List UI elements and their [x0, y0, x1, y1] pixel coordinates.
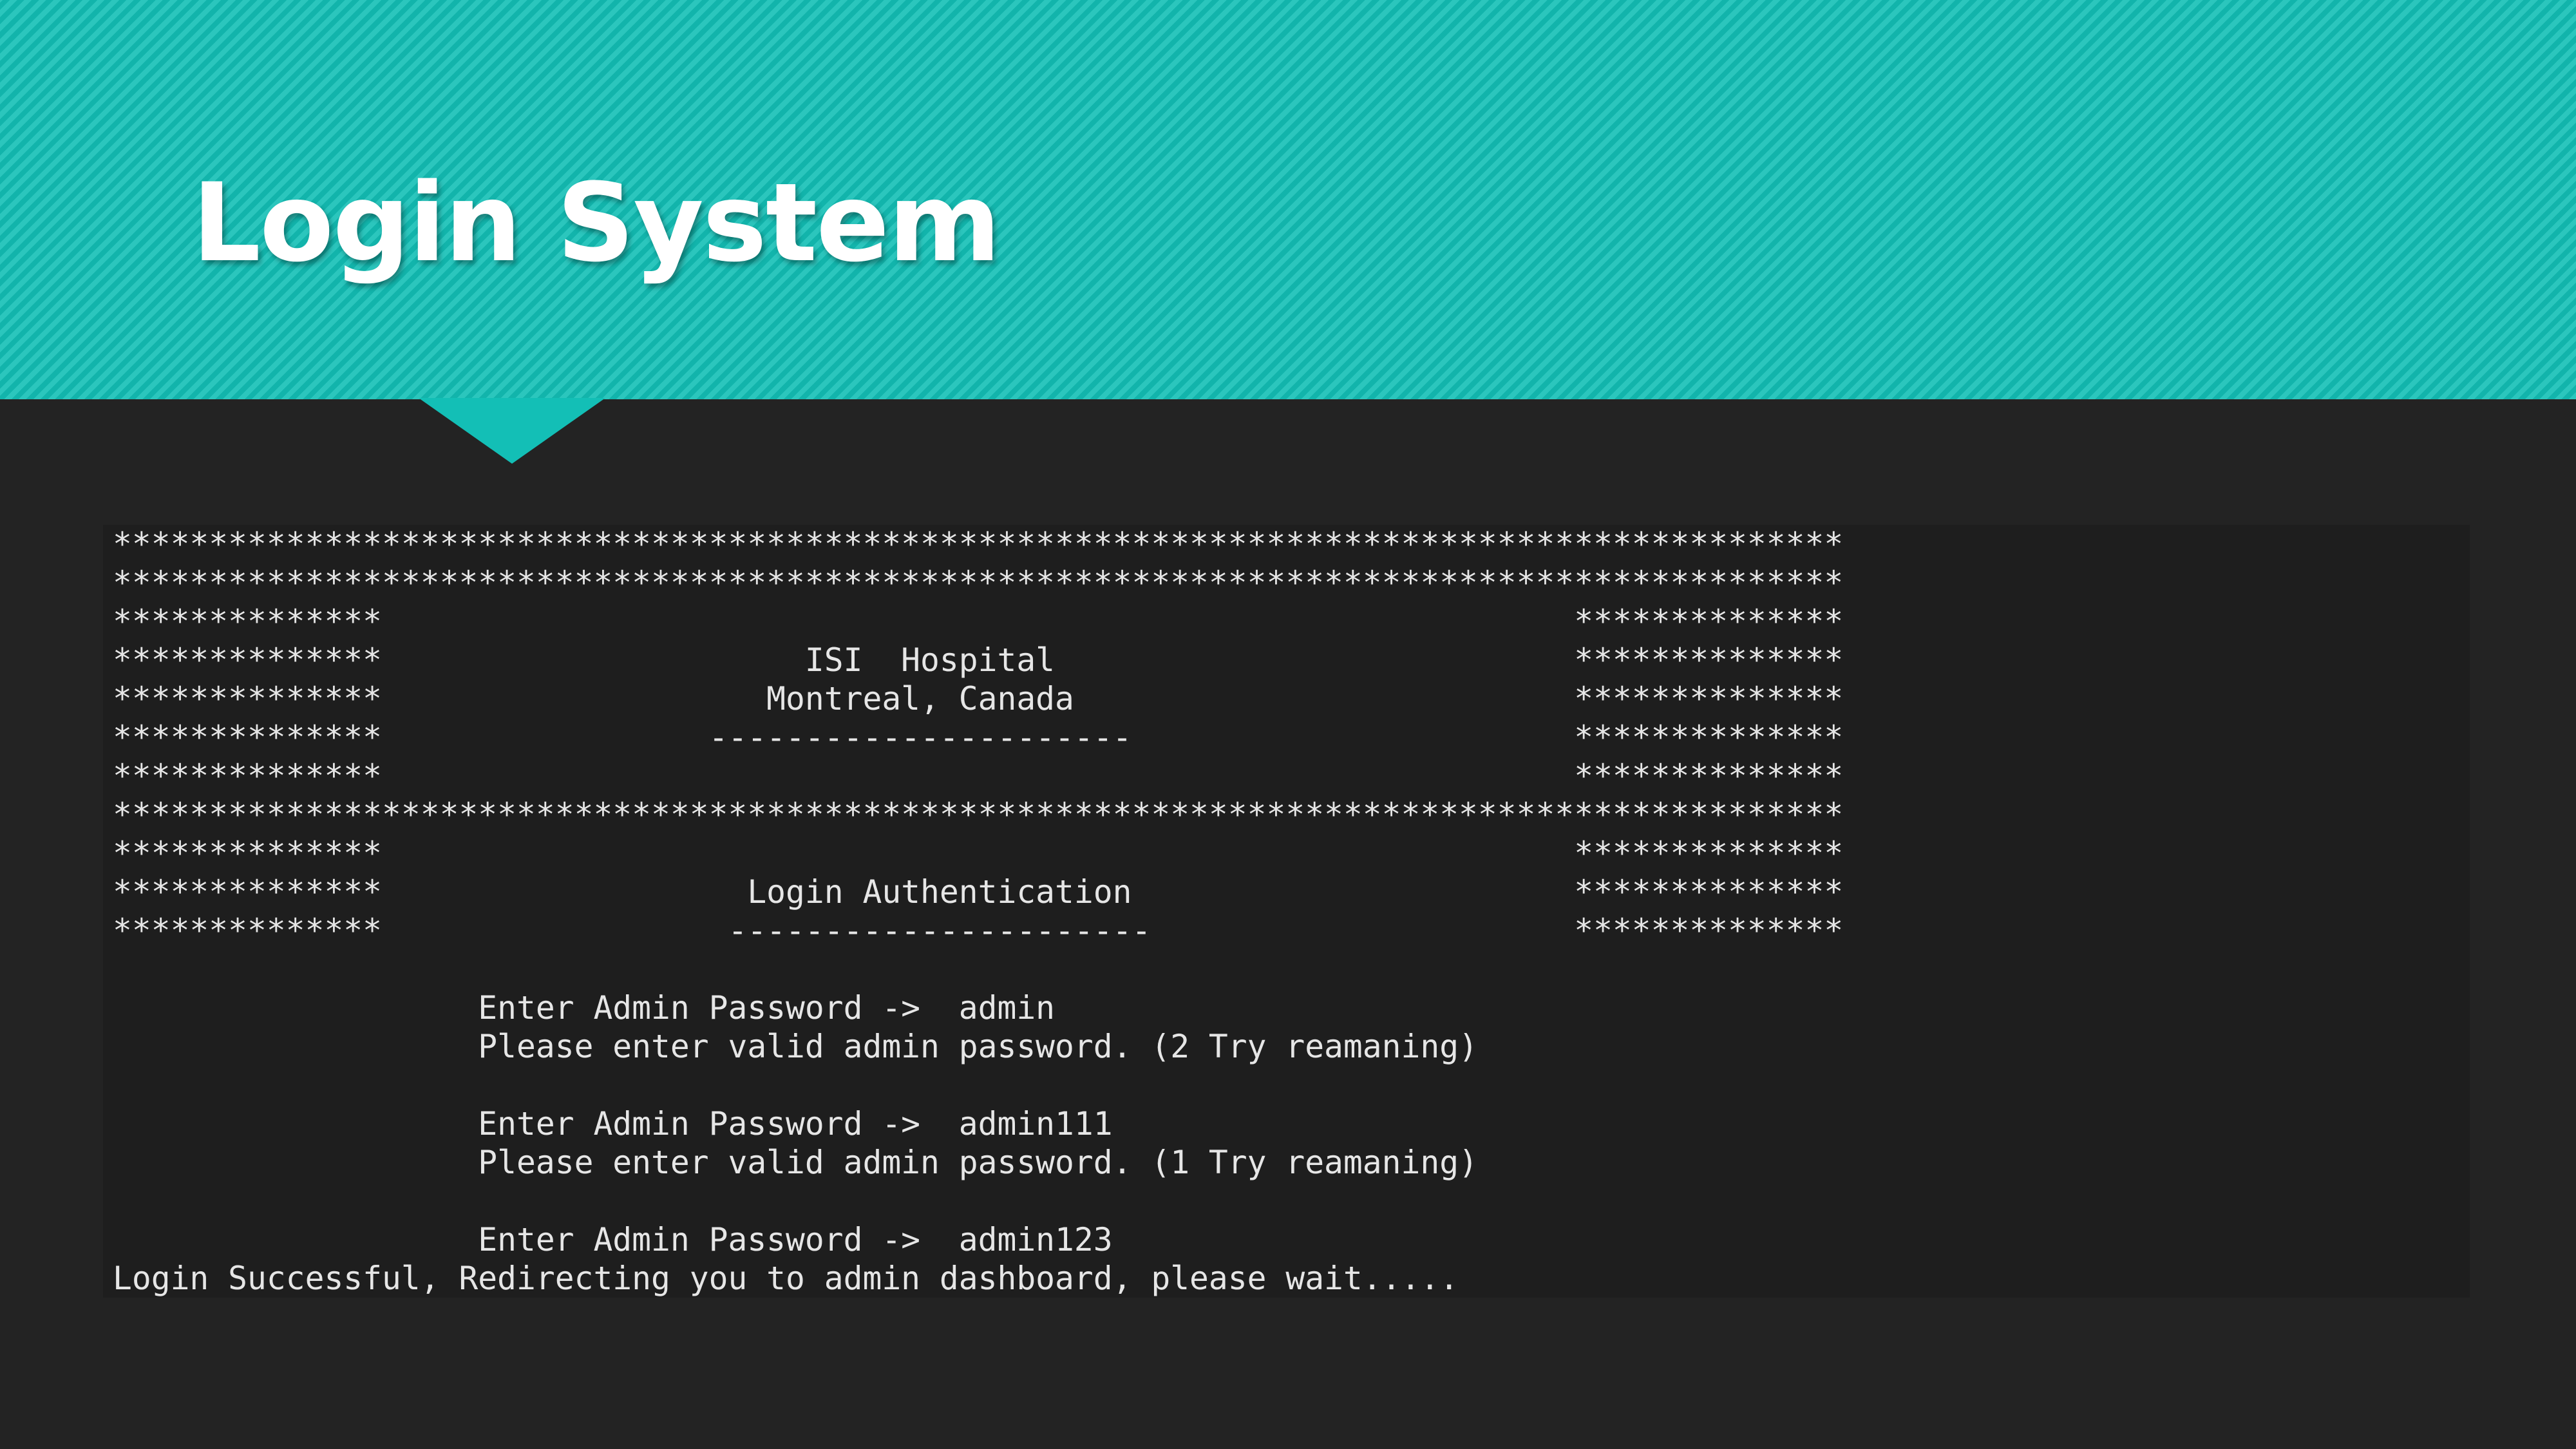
terminal-line: ************** ---------------------- **… — [113, 912, 1844, 949]
header-notch — [419, 398, 605, 464]
terminal-line: ************** ************** — [113, 757, 1844, 795]
terminal-line: ************** ISI Hospital ************… — [113, 641, 1844, 679]
terminal-line: ****************************************… — [113, 526, 1844, 563]
terminal-line: Enter Admin Password -> admin111 — [113, 1105, 1113, 1142]
terminal-window: ****************************************… — [103, 525, 2470, 1298]
terminal-output: ****************************************… — [113, 525, 1843, 1298]
terminal-line: ************** ************** — [113, 835, 1844, 872]
terminal-line: Please enter valid admin password. (1 Tr… — [113, 1144, 1478, 1181]
terminal-line: ************** Montreal, Canada ********… — [113, 680, 1844, 717]
terminal-line: ************** Login Authentication ****… — [113, 873, 1844, 911]
terminal-line: ****************************************… — [113, 796, 1844, 833]
terminal-line: ****************************************… — [113, 564, 1844, 601]
terminal-line: Login Successful, Redirecting you to adm… — [113, 1260, 1459, 1297]
terminal-line: Please enter valid admin password. (2 Tr… — [113, 1028, 1478, 1065]
slide-title: Login System — [192, 160, 1001, 286]
terminal-line: ************** ---------------------- **… — [113, 719, 1844, 756]
terminal-line: ************** ************** — [113, 603, 1844, 640]
terminal-line: Enter Admin Password -> admin — [113, 989, 1056, 1027]
terminal-line: Enter Admin Password -> admin123 — [113, 1221, 1113, 1258]
